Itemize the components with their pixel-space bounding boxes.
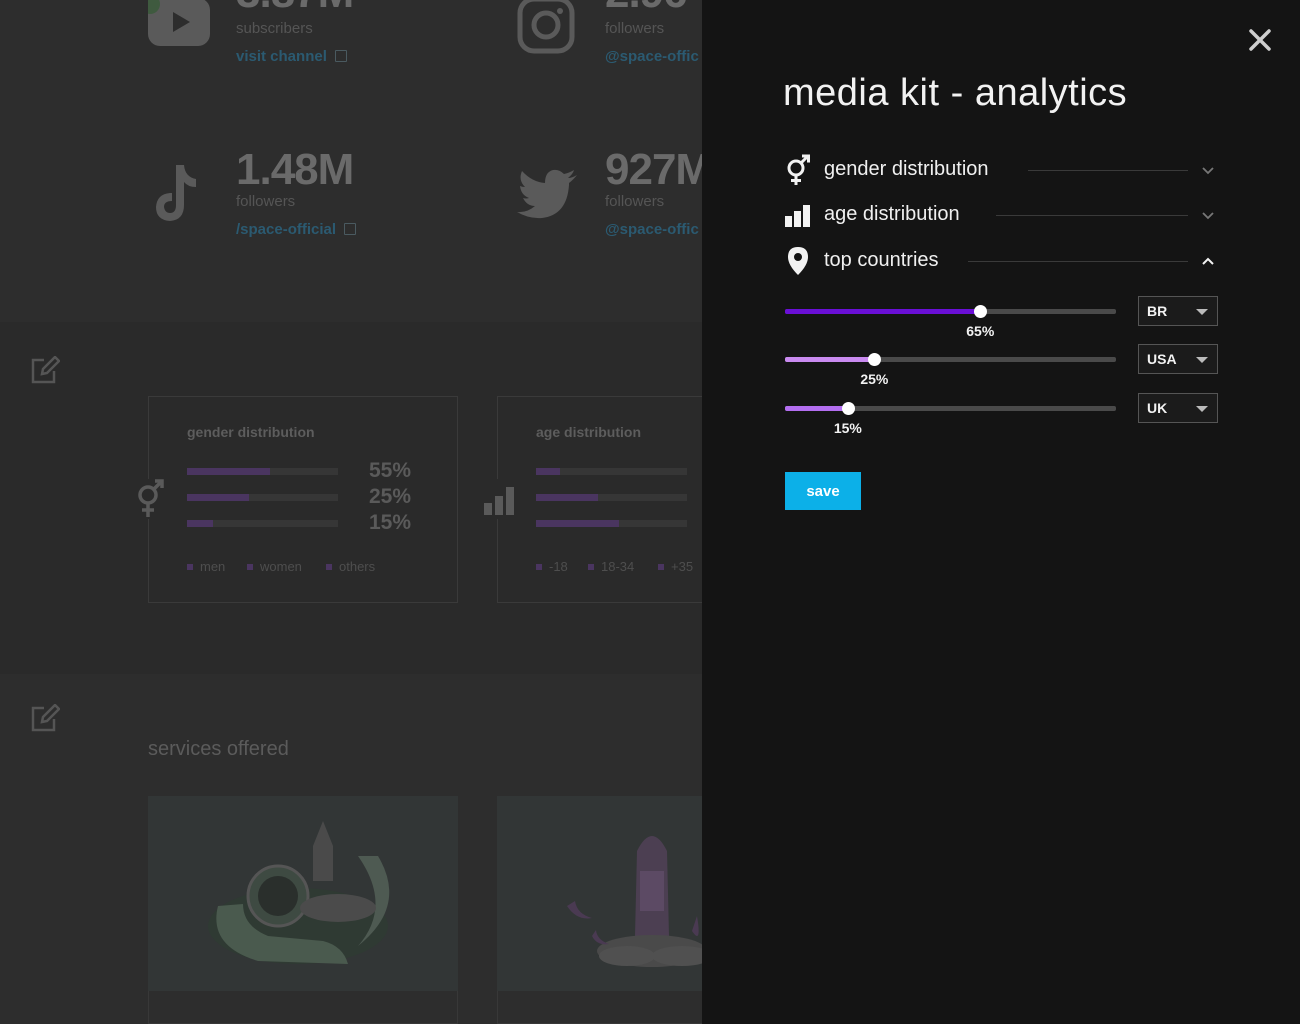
legend-18-34: 18-34 <box>588 559 634 574</box>
dropdown-caret-icon <box>1196 357 1208 363</box>
twitter-followers-value: 927M <box>605 145 712 194</box>
age-bar-fill <box>536 520 620 527</box>
service-card[interactable] <box>148 796 458 1024</box>
save-button[interactable]: save <box>785 472 861 510</box>
gender-bar-men <box>187 468 338 475</box>
country-select-value: UK <box>1147 400 1168 416</box>
divider-line <box>996 215 1188 216</box>
chevron-down-icon <box>1202 212 1214 220</box>
instagram-followers-value: 2.96 <box>605 0 688 18</box>
gender-pct-men: 55% <box>369 459 412 482</box>
accordion-label: top countries <box>824 249 939 271</box>
gender-icon <box>138 479 164 517</box>
bar-chart-icon <box>484 487 514 515</box>
instagram-followers-label: followers <box>605 20 665 37</box>
country-slider-row: 15% UK <box>785 393 1218 445</box>
gender-card-icon-holder <box>135 479 165 519</box>
country-select-value: USA <box>1147 351 1177 367</box>
gender-distribution-card: gender distribution 55% 25% 15% men wome… <box>135 396 458 603</box>
visit-channel-link[interactable]: visit channel <box>236 48 347 65</box>
slider-percent-label: 25% <box>860 371 889 387</box>
bar-chart-icon <box>785 205 810 227</box>
chevron-down-icon <box>1202 167 1214 175</box>
legend-others: others <box>326 559 375 574</box>
country-select[interactable]: BR <box>1138 296 1218 326</box>
slider-percent-label: 15% <box>833 420 862 436</box>
divider-line <box>1028 170 1188 171</box>
percentage-slider[interactable] <box>785 406 1116 411</box>
tiktok-followers-value: 1.48M <box>236 145 354 194</box>
gender-bar-fill <box>187 520 213 527</box>
close-icon[interactable] <box>1246 26 1274 54</box>
edit-icon[interactable] <box>30 356 60 384</box>
panel-title: media kit - analytics <box>783 72 1128 114</box>
legend-35plus: +35 <box>658 559 693 574</box>
divider-line <box>968 261 1188 262</box>
dropdown-caret-icon <box>1196 406 1208 412</box>
legend-men: men <box>187 559 225 574</box>
tiktok-handle-text: /space-official <box>236 221 337 238</box>
instagram-handle-link[interactable]: @space-offic <box>605 48 699 65</box>
tiktok-icon <box>156 165 196 221</box>
external-link-icon <box>344 223 357 235</box>
legend-under18: -18 <box>536 559 568 574</box>
gender-card-title: gender distribution <box>187 424 315 440</box>
gender-bar-fill <box>187 494 249 501</box>
age-bar-fill <box>536 468 561 475</box>
slider-fill <box>785 406 848 411</box>
percentage-slider[interactable] <box>785 357 1116 362</box>
country-slider-row: 25% USA <box>785 344 1218 396</box>
accordion-gender-distribution[interactable]: gender distribution <box>784 152 1222 188</box>
gender-pct-others: 15% <box>369 511 412 534</box>
services-title: services offered <box>148 738 289 760</box>
gender-bar-fill <box>187 468 271 475</box>
instagram-icon <box>517 0 575 54</box>
gender-pct-women: 25% <box>369 485 412 508</box>
accordion-label: gender distribution <box>824 158 989 180</box>
age-bar-18-34 <box>536 494 687 501</box>
age-bar-fill <box>536 494 598 501</box>
service-footer <box>148 991 458 1024</box>
accordion-top-countries[interactable]: top countries <box>784 243 1222 279</box>
chevron-up-icon <box>1202 257 1214 265</box>
youtube-subscribers-value: 3.87M <box>236 0 354 18</box>
age-card-title: age distribution <box>536 424 641 440</box>
country-slider-row: 65% BR <box>785 296 1218 348</box>
legend-women: women <box>247 559 302 574</box>
gender-bar-women <box>187 494 338 501</box>
astronaut-illustration <box>208 821 390 964</box>
gender-bar-others <box>187 520 338 527</box>
dropdown-caret-icon <box>1196 309 1208 315</box>
location-pin-icon <box>788 247 808 275</box>
gender-icon <box>787 154 810 185</box>
analytics-panel: media kit - analytics gender distributio… <box>702 0 1300 1024</box>
tiktok-followers-label: followers <box>236 193 296 210</box>
edit-icon[interactable] <box>30 704 60 732</box>
age-bar-under18 <box>536 468 687 475</box>
twitter-followers-label: followers <box>605 193 665 210</box>
slider-thumb[interactable] <box>868 353 882 366</box>
percentage-slider[interactable] <box>785 309 1116 314</box>
country-select[interactable]: UK <box>1138 393 1218 423</box>
country-select[interactable]: USA <box>1138 344 1218 374</box>
slider-percent-label: 65% <box>966 323 995 339</box>
accordion-age-distribution[interactable]: age distribution <box>784 197 1222 233</box>
age-card-icon-holder <box>484 479 514 519</box>
slider-thumb[interactable] <box>841 402 855 415</box>
slider-thumb[interactable] <box>974 305 988 318</box>
tiktok-handle-link[interactable]: /space-official <box>236 221 357 238</box>
youtube-icon <box>148 0 210 46</box>
country-select-value: BR <box>1147 303 1168 319</box>
youtube-subscribers-label: subscribers <box>236 20 313 37</box>
external-link-icon <box>334 50 347 62</box>
accordion-label: age distribution <box>824 203 960 225</box>
slider-fill <box>785 309 981 314</box>
visit-channel-text: visit channel <box>236 48 327 65</box>
age-bar-35plus <box>536 520 687 527</box>
twitter-handle-link[interactable]: @space-offic <box>605 221 699 238</box>
service-image <box>148 796 458 991</box>
twitter-icon <box>517 169 577 219</box>
slider-fill <box>785 357 875 362</box>
